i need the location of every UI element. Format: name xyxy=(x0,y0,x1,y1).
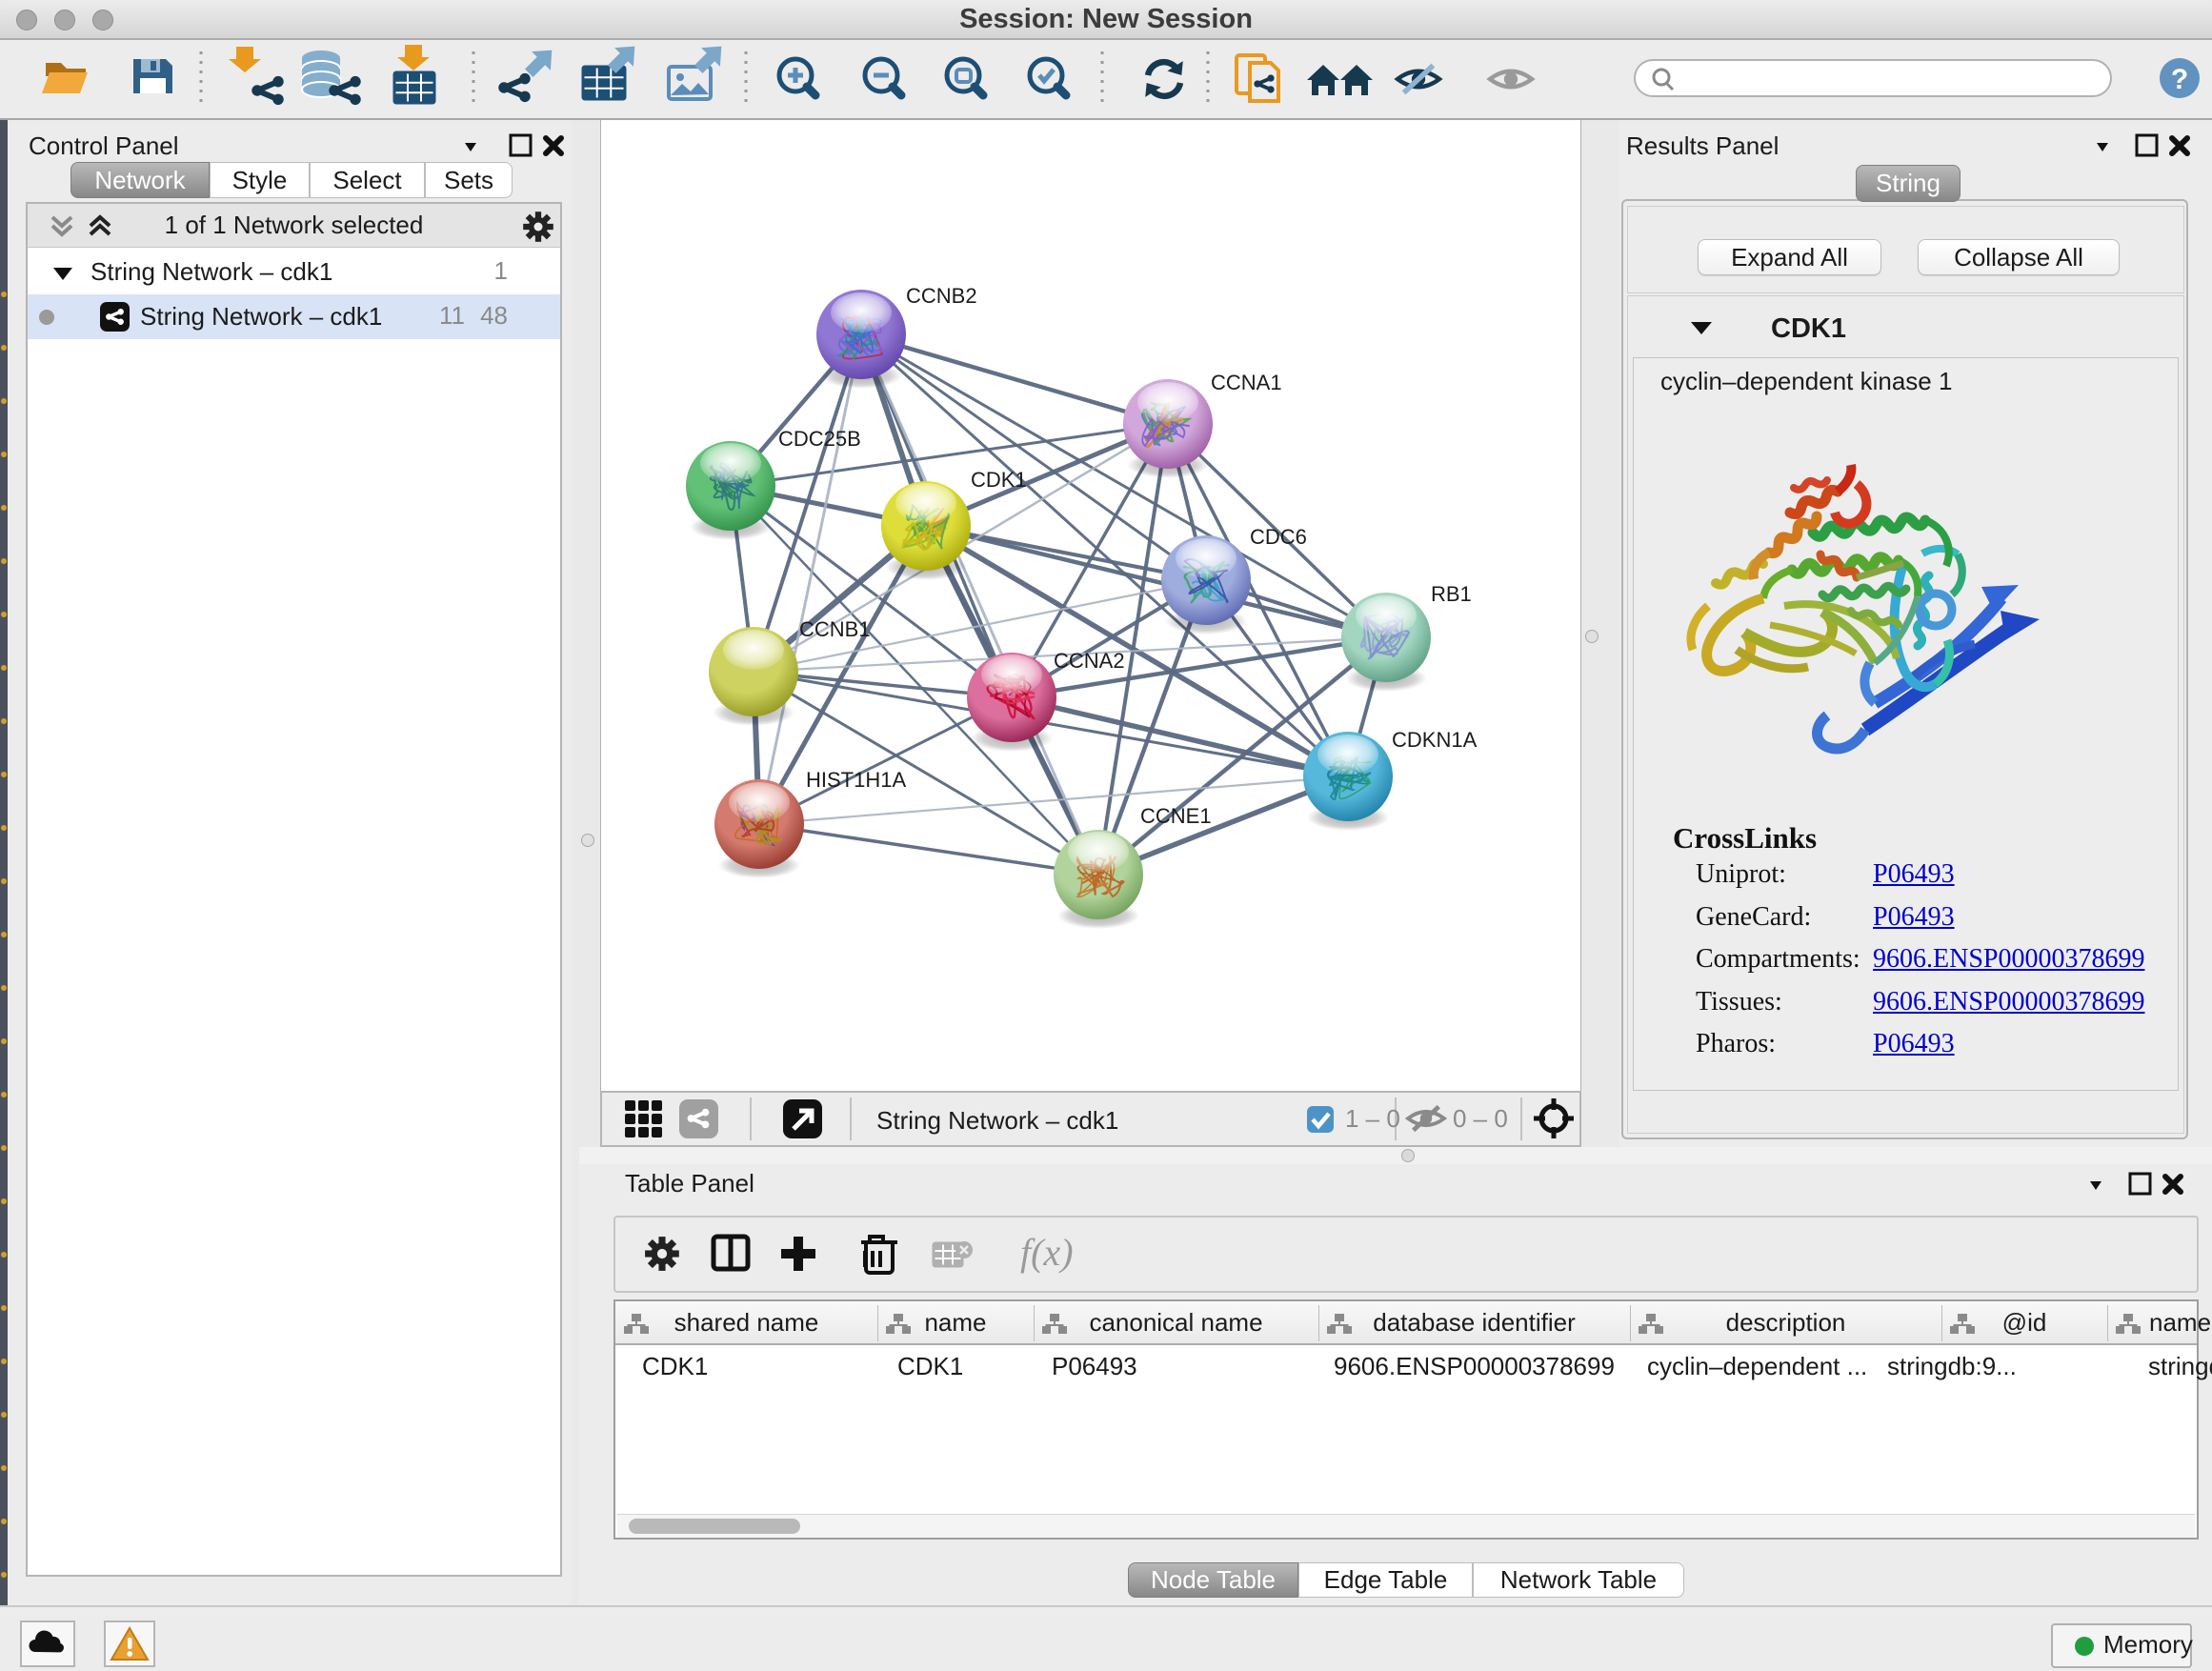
svg-text:CCNB2: CCNB2 xyxy=(906,284,977,308)
svg-text:RB1: RB1 xyxy=(1431,582,1472,606)
svg-text:f(x): f(x) xyxy=(1020,1231,1074,1274)
svg-text:CDC25B: CDC25B xyxy=(778,427,861,451)
svg-text:CDKN1A: CDKN1A xyxy=(1392,728,1478,752)
svg-text:?: ? xyxy=(2171,64,2188,95)
svg-text:CCNA2: CCNA2 xyxy=(1054,649,1125,673)
svg-text:CCNE1: CCNE1 xyxy=(1140,804,1212,828)
svg-text:CDC6: CDC6 xyxy=(1250,525,1307,549)
svg-text:CDK1: CDK1 xyxy=(971,468,1027,492)
svg-text:CCNB1: CCNB1 xyxy=(799,617,871,641)
svg-text:CCNA1: CCNA1 xyxy=(1211,371,1282,394)
svg-text:HIST1H1A: HIST1H1A xyxy=(806,768,906,792)
